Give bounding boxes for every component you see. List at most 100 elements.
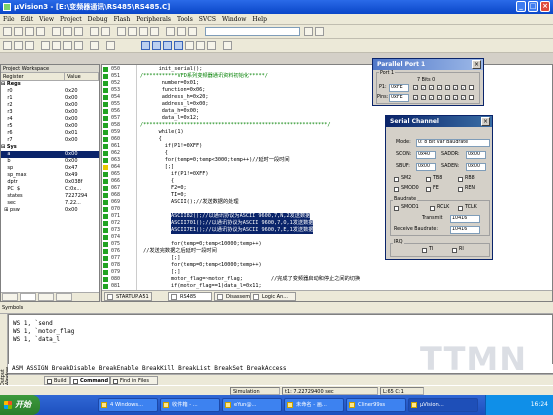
- rb8-checkbox[interactable]: [458, 177, 463, 182]
- line-number[interactable]: 066: [102, 178, 137, 185]
- transmit-field[interactable]: 10416: [450, 215, 480, 223]
- register-row[interactable]: dptr 0x038f: [1, 179, 99, 186]
- step-over-icon[interactable]: [52, 41, 61, 50]
- open-file-icon[interactable]: [14, 27, 23, 36]
- code-line[interactable]: if(P1!=0XFF): [165, 143, 202, 150]
- line-number[interactable]: 079: [102, 269, 137, 276]
- code-line[interactable]: address_l=0x00;: [162, 101, 209, 108]
- line-number[interactable]: 063: [102, 157, 137, 164]
- step-into-icon[interactable]: [41, 41, 50, 50]
- command-hint[interactable]: ASM ASSIGN BreakDisable BreakEnable Brea…: [8, 364, 553, 373]
- register-value[interactable]: 0x00: [65, 95, 99, 102]
- prev-bookmark-icon[interactable]: [128, 27, 137, 36]
- task-cliner[interactable]: Cliner99ss: [346, 398, 406, 412]
- line-number[interactable]: 078: [102, 262, 137, 269]
- fe-checkbox[interactable]: [426, 187, 431, 192]
- bookmark-icon[interactable]: [117, 27, 126, 36]
- performance-analyzer-icon[interactable]: [185, 41, 194, 50]
- register-row[interactable]: r1 0x00: [1, 95, 99, 102]
- paste-icon[interactable]: [74, 27, 83, 36]
- code-line[interactable]: /***************************************…: [140, 122, 331, 129]
- cut-icon[interactable]: [52, 27, 61, 36]
- register-row[interactable]: r0 0x20: [1, 88, 99, 95]
- find-icon[interactable]: [188, 27, 197, 36]
- find-combo[interactable]: [205, 27, 300, 36]
- menu-view[interactable]: View: [36, 14, 57, 25]
- register-value[interactable]: 0x038f: [65, 179, 99, 186]
- smod1-checkbox[interactable]: [394, 206, 399, 211]
- disassembly-window-icon[interactable]: [141, 41, 150, 50]
- menu-window[interactable]: Window: [219, 14, 249, 25]
- register-value[interactable]: 7.22...: [65, 200, 99, 207]
- register-row[interactable]: PC $ C:0x...: [1, 186, 99, 193]
- pins-bit-2-checkbox[interactable]: ✓: [453, 95, 458, 100]
- tab-registers[interactable]: [20, 293, 36, 301]
- tb8-checkbox[interactable]: [426, 177, 431, 182]
- register-value[interactable]: 0x00: [65, 137, 99, 144]
- step-out-icon[interactable]: [63, 41, 72, 50]
- tab-build[interactable]: Build: [44, 376, 70, 385]
- new-file-icon[interactable]: [3, 27, 12, 36]
- line-number[interactable]: 052: [102, 80, 137, 87]
- register-value[interactable]: 0x00: [65, 102, 99, 109]
- register-value[interactable]: 7227294: [65, 193, 99, 200]
- code-coverage-icon[interactable]: [207, 41, 216, 50]
- line-number[interactable]: 072: [102, 220, 137, 227]
- code-line[interactable]: F2=0;: [171, 185, 187, 192]
- pins-bit-0-checkbox[interactable]: [469, 95, 474, 100]
- tab-rs485[interactable]: RS485: [168, 292, 212, 301]
- register-value[interactable]: 0x01: [65, 130, 99, 137]
- serial-channel-title[interactable]: Serial Channel: [386, 116, 492, 127]
- register-row[interactable]: b 0x00: [1, 158, 99, 165]
- line-number[interactable]: 080: [102, 276, 137, 283]
- register-value[interactable]: 0x00: [65, 123, 99, 130]
- code-line[interactable]: address_h=0x20;: [162, 94, 209, 101]
- line-number[interactable]: 056: [102, 108, 137, 115]
- pins-bit-3-checkbox[interactable]: ✓: [445, 95, 450, 100]
- line-number[interactable]: 073: [102, 227, 137, 234]
- code-line[interactable]: [;]: [171, 255, 180, 262]
- p1-bit-6-checkbox[interactable]: ✓: [421, 85, 426, 90]
- line-number[interactable]: 070: [102, 206, 137, 213]
- line-number[interactable]: 075: [102, 241, 137, 248]
- pins-bit-7-checkbox[interactable]: ✓: [413, 95, 418, 100]
- p1-bit-1-checkbox[interactable]: ✓: [461, 85, 466, 90]
- ren-checkbox[interactable]: [458, 187, 463, 192]
- line-number[interactable]: 050: [102, 66, 137, 73]
- line-number[interactable]: 053: [102, 87, 137, 94]
- code-line[interactable]: [;]: [165, 164, 174, 171]
- ti-checkbox[interactable]: [422, 248, 427, 253]
- line-number[interactable]: 069: [102, 199, 137, 206]
- next-bookmark-icon[interactable]: [139, 27, 148, 36]
- toolbox-icon[interactable]: [223, 41, 232, 50]
- line-number[interactable]: 054: [102, 94, 137, 101]
- show-next-statement-icon[interactable]: [90, 41, 99, 50]
- register-row[interactable]: a 0x00: [1, 151, 99, 158]
- register-row[interactable]: r2 0x00: [1, 102, 99, 109]
- col-value[interactable]: Value: [65, 73, 99, 80]
- pins-bit-1-checkbox[interactable]: ✓: [461, 95, 466, 100]
- register-row[interactable]: sp 0x47: [1, 165, 99, 172]
- code-line[interactable]: {: [165, 150, 168, 157]
- tab-functions[interactable]: [56, 293, 72, 301]
- tab-books[interactable]: [38, 293, 54, 301]
- smod0-checkbox[interactable]: [394, 187, 399, 192]
- watch-window-icon[interactable]: [152, 41, 161, 50]
- code-line[interactable]: data_l=0x12;: [162, 115, 199, 122]
- p1-bit-5-checkbox[interactable]: ✓: [429, 85, 434, 90]
- task-paint[interactable]: 未命名 - 画...: [284, 398, 344, 412]
- code-line[interactable]: for(temp=0;temp<3000;temp++)//延时一段时间: [165, 157, 290, 164]
- serial-window-icon[interactable]: [174, 41, 183, 50]
- maximize-button[interactable]: □: [528, 1, 538, 12]
- task-windows-explorer[interactable]: 4 Windows...: [98, 398, 158, 412]
- menu-debug[interactable]: Debug: [85, 14, 111, 25]
- register-value[interactable]: 0x00: [65, 109, 99, 116]
- line-number[interactable]: 081: [102, 283, 137, 290]
- saddr-field[interactable]: 0x00: [466, 151, 486, 159]
- line-number[interactable]: 077: [102, 255, 137, 262]
- close-button[interactable]: ×: [540, 1, 550, 12]
- indent-icon[interactable]: [166, 27, 175, 36]
- line-number[interactable]: 065: [102, 171, 137, 178]
- rclk-checkbox[interactable]: [430, 206, 435, 211]
- col-register[interactable]: Register: [1, 73, 65, 80]
